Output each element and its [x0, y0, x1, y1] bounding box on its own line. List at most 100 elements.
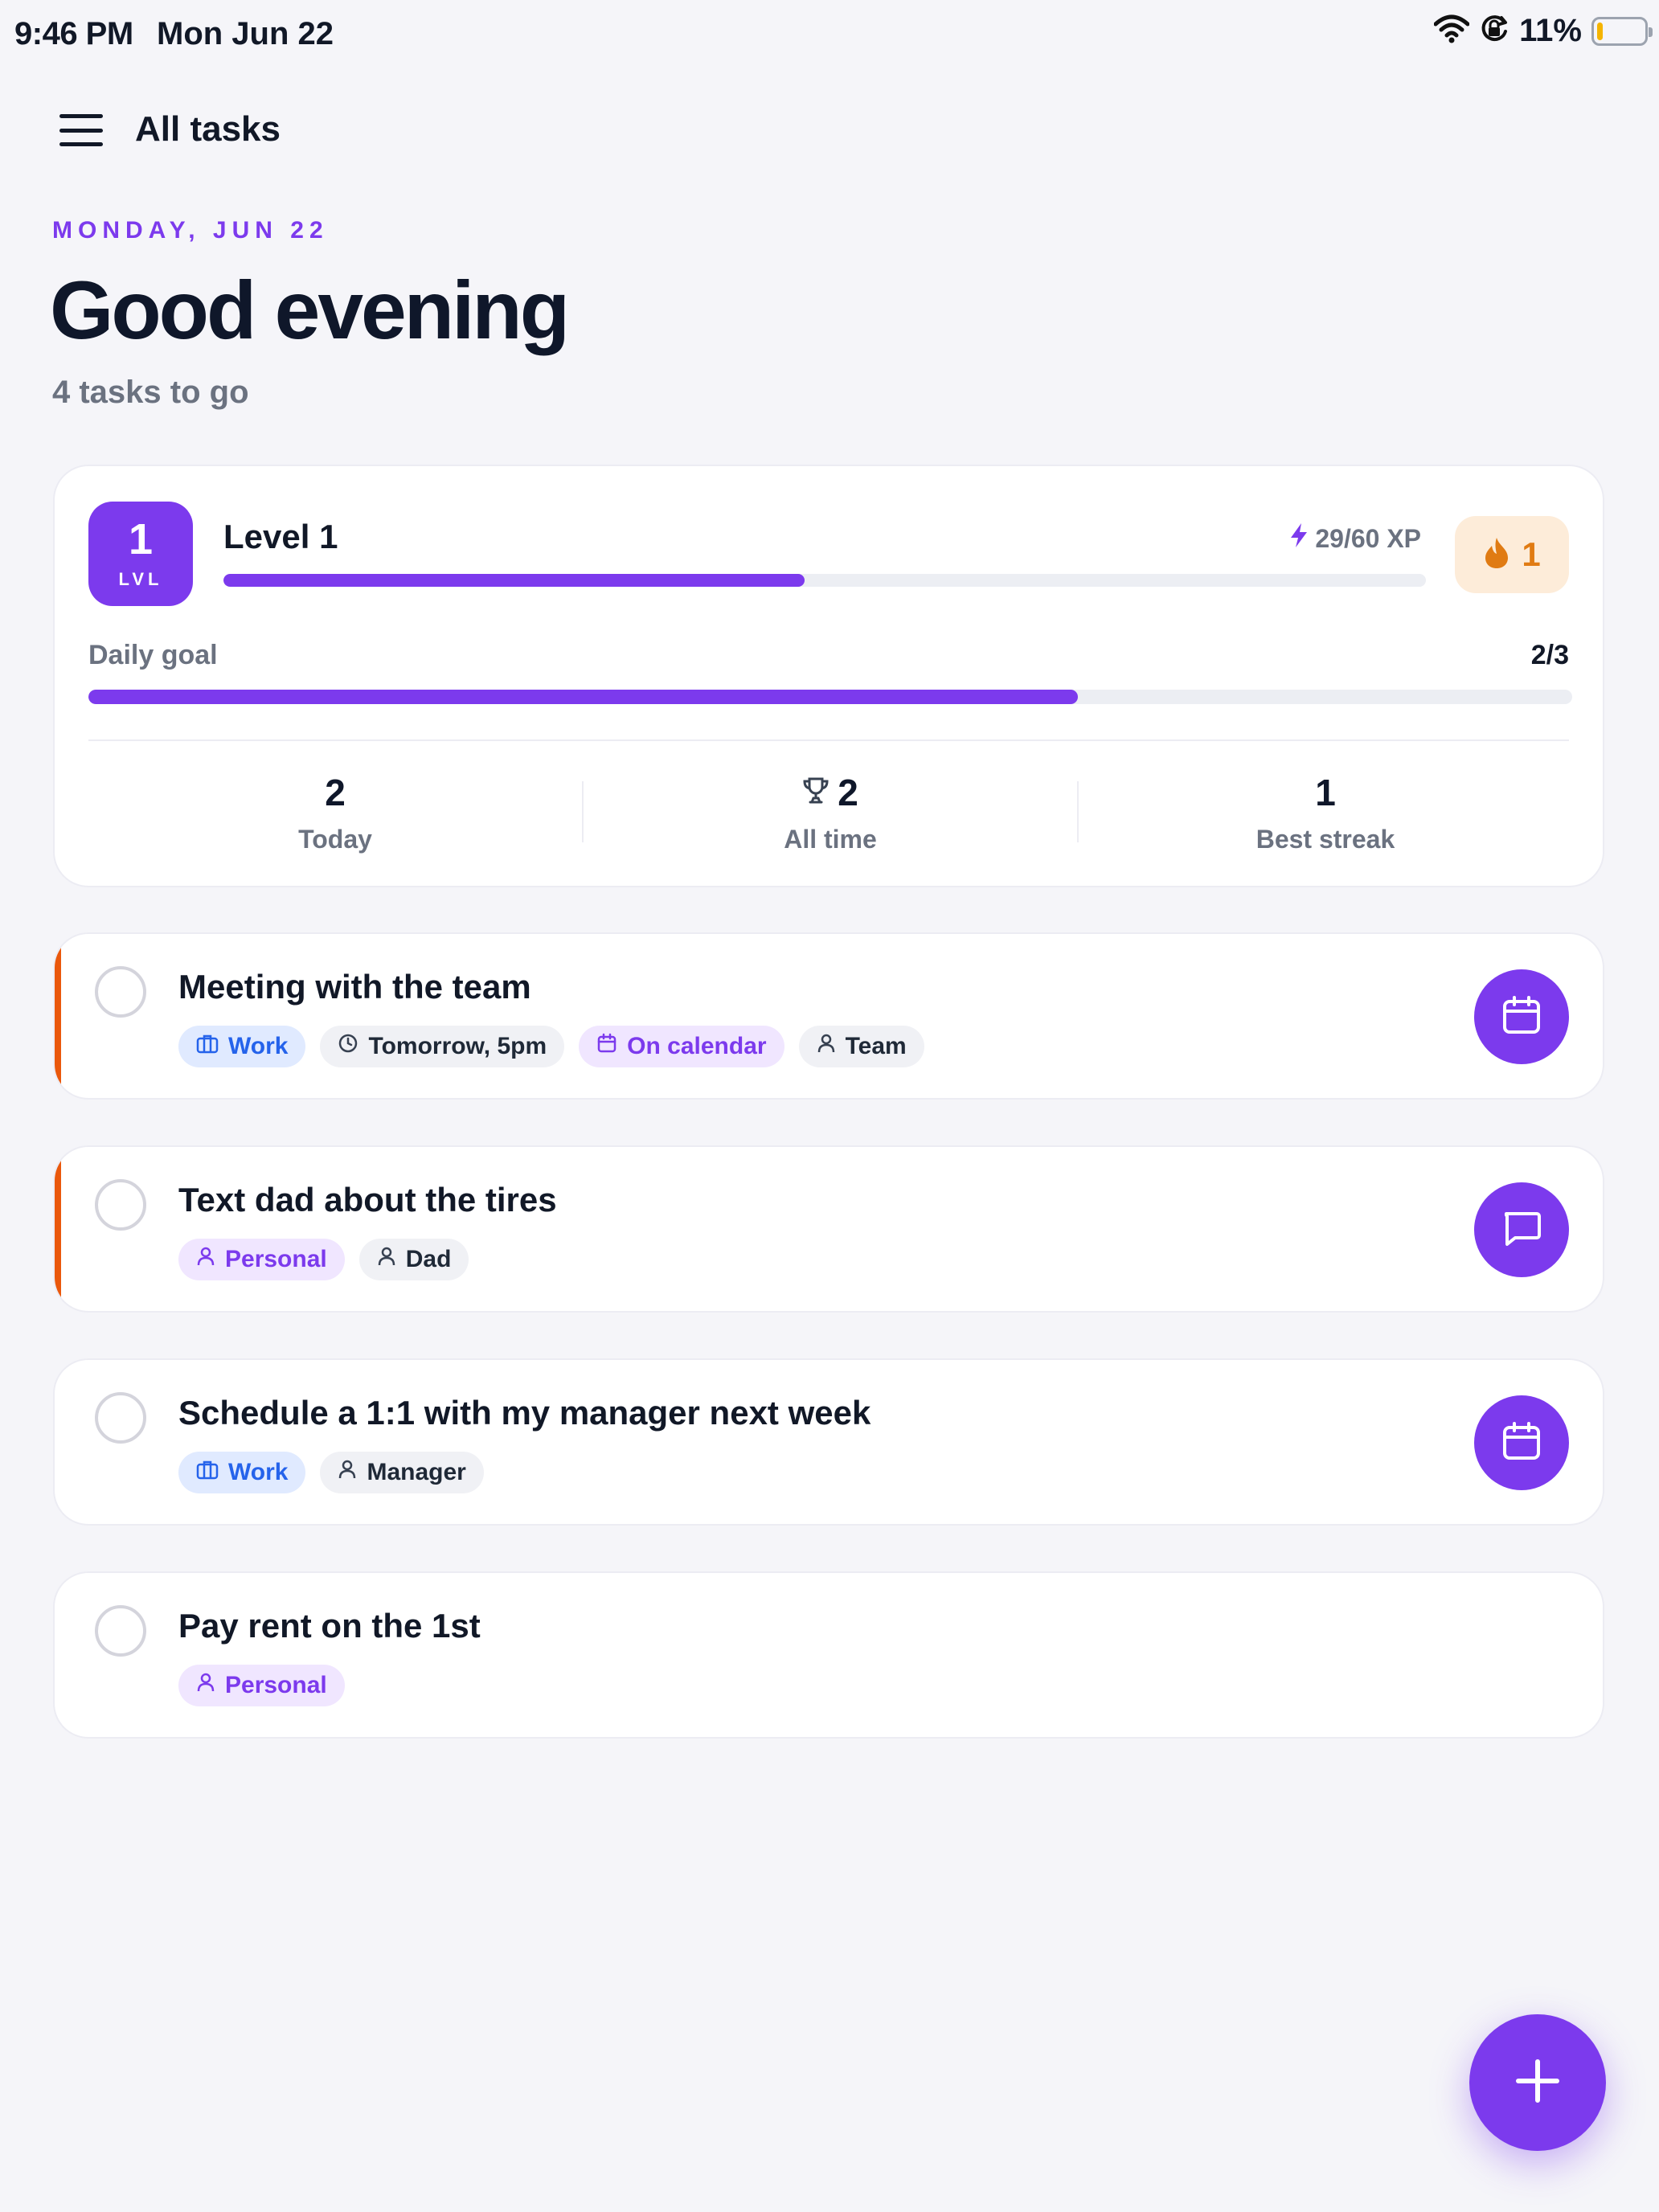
stat-today-value: 2 — [88, 770, 582, 815]
tag-due-date[interactable]: Tomorrow, 5pm — [320, 1026, 565, 1067]
person-icon — [817, 1033, 836, 1060]
stat-today-label: Today — [298, 825, 372, 854]
greeting-heading: Good evening — [50, 264, 570, 356]
wifi-icon — [1433, 14, 1470, 47]
task-card[interactable]: Meeting with the team Work Tomorrow, 5pm… — [53, 932, 1604, 1100]
status-bar: 9:46 PM Mon Jun 22 11% — [0, 0, 1659, 72]
streak-count: 1 — [1522, 535, 1541, 573]
task-checkbox[interactable] — [95, 966, 146, 1018]
battery-icon — [1591, 16, 1653, 46]
task-title: Text dad about the tires — [178, 1181, 557, 1219]
xp-text: 29/60 XP — [1315, 523, 1421, 553]
task-title: Meeting with the team — [178, 968, 531, 1006]
stat-all-time: 2 All time — [584, 770, 1077, 854]
tag-person[interactable]: Team — [798, 1026, 924, 1067]
stats-divider — [88, 739, 1569, 741]
tag-label: Personal — [225, 1672, 327, 1698]
task-card[interactable]: Pay rent on the 1st Personal — [53, 1571, 1604, 1739]
calendar-icon — [596, 1033, 617, 1060]
send-message-button[interactable] — [1474, 1182, 1569, 1277]
daily-goal-progress-bar — [88, 690, 1572, 704]
status-time: 9:46 PM — [14, 16, 133, 51]
menu-line — [59, 128, 103, 133]
message-icon — [1501, 1207, 1542, 1253]
stat-best-streak-number: 1 — [1315, 772, 1336, 813]
person-icon — [377, 1246, 396, 1273]
stat-all-time-value: 2 — [584, 770, 1077, 815]
flame-icon — [1483, 536, 1510, 574]
calendar-icon — [1501, 994, 1542, 1040]
streak-badge[interactable]: 1 — [1455, 516, 1569, 593]
battery-fill — [1597, 22, 1604, 40]
xp-readout: 29/60 XP — [1289, 522, 1421, 555]
level-badge-number: 1 — [128, 515, 154, 563]
calendar-icon — [1501, 1420, 1542, 1466]
tag-label: Team — [845, 1033, 907, 1059]
person-icon — [196, 1246, 215, 1273]
level-title: Level 1 — [223, 518, 338, 555]
briefcase-icon — [196, 1459, 219, 1486]
add-task-button[interactable] — [1469, 2014, 1606, 2151]
progress-stats-card: 1 LVL Level 1 29/60 XP 1 Daily goal 2/3 … — [53, 465, 1604, 887]
page-title: All tasks — [135, 109, 281, 149]
tag-personal[interactable]: Personal — [178, 1665, 345, 1706]
tag-label: Dad — [405, 1246, 452, 1272]
stat-all-time-number: 2 — [838, 772, 858, 813]
task-card[interactable]: Schedule a 1:1 with my manager next week… — [53, 1358, 1604, 1526]
tag-label: Work — [228, 1033, 289, 1059]
daily-goal-label: Daily goal — [88, 640, 218, 670]
lightning-icon — [1289, 522, 1309, 555]
xp-progress-bar — [223, 574, 1426, 587]
task-tags: Personal — [178, 1665, 345, 1706]
task-checkbox[interactable] — [95, 1179, 146, 1231]
daily-goal-progress-fill — [88, 690, 1078, 704]
daily-goal-value: 2/3 — [1530, 640, 1569, 670]
person-icon — [196, 1672, 215, 1699]
stat-today: 2 Today — [88, 770, 582, 854]
date-label: MONDAY, JUN 22 — [52, 217, 329, 244]
task-tags: Work Tomorrow, 5pm On calendar Team — [178, 1026, 924, 1067]
stat-all-time-label: All time — [784, 825, 877, 854]
tag-label: On calendar — [627, 1033, 767, 1059]
tag-label: Manager — [367, 1459, 466, 1485]
tag-person[interactable]: Dad — [358, 1239, 469, 1280]
tasks-remaining-subtitle: 4 tasks to go — [52, 375, 249, 410]
menu-line — [59, 142, 103, 146]
stat-best-streak: 1 Best streak — [1079, 770, 1572, 854]
tag-label: Tomorrow, 5pm — [368, 1033, 547, 1059]
orientation-lock-icon — [1479, 14, 1509, 48]
task-tags: Work Manager — [178, 1452, 484, 1493]
tag-person[interactable]: Manager — [320, 1452, 484, 1493]
priority-accent-bar — [55, 934, 61, 1098]
task-checkbox[interactable] — [95, 1605, 146, 1657]
briefcase-icon — [196, 1033, 219, 1060]
tag-label: Personal — [225, 1246, 327, 1272]
clock-icon — [338, 1033, 358, 1060]
plus-icon — [1514, 2057, 1562, 2109]
tag-on-calendar[interactable]: On calendar — [579, 1026, 784, 1067]
menu-line — [59, 114, 103, 118]
task-title: Schedule a 1:1 with my manager next week — [178, 1394, 871, 1432]
stat-best-streak-label: Best streak — [1256, 825, 1395, 854]
battery-percentage: 11% — [1519, 13, 1582, 48]
person-icon — [338, 1459, 357, 1486]
xp-progress-fill — [223, 574, 805, 587]
task-title: Pay rent on the 1st — [178, 1607, 481, 1645]
status-indicators: 11% — [1433, 13, 1653, 49]
hamburger-menu-icon[interactable] — [59, 114, 103, 146]
status-date: Mon Jun 22 — [157, 16, 334, 51]
task-tags: Personal Dad — [178, 1239, 469, 1280]
level-badge: 1 LVL — [88, 502, 193, 606]
task-checkbox[interactable] — [95, 1392, 146, 1444]
stat-best-streak-value: 1 — [1079, 770, 1572, 815]
add-to-calendar-button[interactable] — [1474, 1395, 1569, 1490]
tag-personal[interactable]: Personal — [178, 1239, 345, 1280]
add-to-calendar-button[interactable] — [1474, 969, 1569, 1064]
stat-today-number: 2 — [325, 772, 346, 813]
tag-label: Work — [228, 1459, 289, 1485]
trophy-icon — [802, 771, 830, 814]
tag-work[interactable]: Work — [178, 1452, 306, 1493]
task-card[interactable]: Text dad about the tires Personal Dad — [53, 1145, 1604, 1313]
tag-work[interactable]: Work — [178, 1026, 306, 1067]
priority-accent-bar — [55, 1147, 61, 1311]
